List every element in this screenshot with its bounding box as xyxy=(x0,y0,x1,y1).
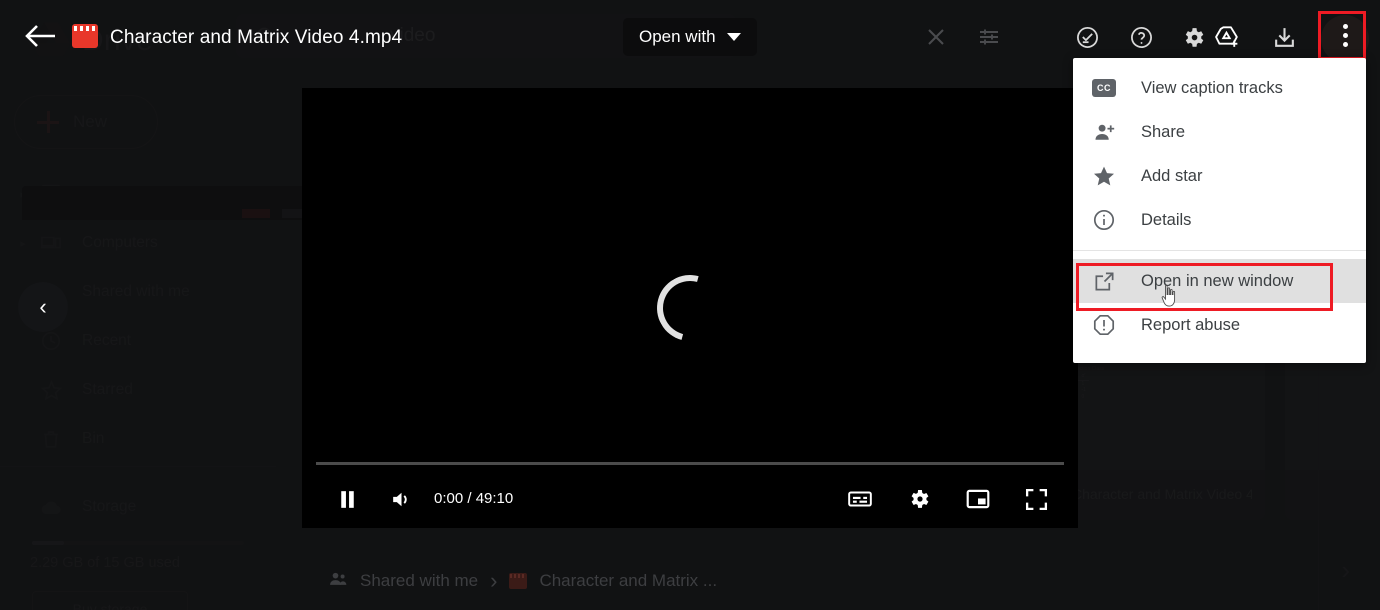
pause-button[interactable] xyxy=(330,482,364,516)
close-icon[interactable] xyxy=(917,18,955,56)
people-icon xyxy=(328,569,348,594)
open-with-button[interactable]: Open with xyxy=(623,18,757,56)
menu-item-view-caption-tracks[interactable]: CC View caption tracks xyxy=(1073,66,1366,110)
help-icon[interactable] xyxy=(1122,18,1160,56)
video-file-icon xyxy=(72,24,98,48)
menu-item-details[interactable]: Details xyxy=(1073,198,1366,242)
open-with-label: Open with xyxy=(639,27,716,46)
download-icon[interactable] xyxy=(1265,18,1303,56)
progress-bar[interactable] xyxy=(316,462,1064,465)
more-options-menu: CC View caption tracks Share Add star De… xyxy=(1073,58,1366,363)
drive-video-preview-screen: Drive video New ▸ xyxy=(0,0,1380,610)
back-button[interactable] xyxy=(24,22,58,50)
captions-button[interactable] xyxy=(843,482,877,516)
menu-item-add-star[interactable]: Add star xyxy=(1073,154,1366,198)
breadcrumb: Shared with me › Character and Matrix ..… xyxy=(328,568,717,594)
breadcrumb-root[interactable]: Shared with me xyxy=(360,571,478,591)
star-icon xyxy=(1091,164,1117,188)
breadcrumb-separator-icon: › xyxy=(490,568,498,593)
mouse-cursor xyxy=(1160,284,1178,307)
player-controls: 0:00 / 49:10 xyxy=(302,470,1078,528)
time-display: 0:00 / 49:10 xyxy=(434,490,514,507)
menu-divider xyxy=(1073,250,1366,251)
info-icon xyxy=(1091,208,1117,232)
menu-item-label: Share xyxy=(1141,122,1186,141)
person-add-icon xyxy=(1091,121,1117,144)
menu-item-label: View caption tracks xyxy=(1141,78,1283,97)
breadcrumb-current[interactable]: Character and Matrix ... xyxy=(539,571,717,591)
chevron-left-icon: ‹ xyxy=(39,294,47,319)
cc-icon: CC xyxy=(1091,79,1117,97)
loading-spinner-icon xyxy=(644,262,736,354)
menu-item-label: Report abuse xyxy=(1141,315,1241,334)
volume-button[interactable] xyxy=(384,482,418,516)
settings-gear-icon[interactable] xyxy=(1174,18,1212,56)
video-file-icon xyxy=(509,573,528,589)
tune-icon[interactable] xyxy=(970,18,1008,56)
menu-item-label: Details xyxy=(1141,210,1192,229)
add-to-drive-icon[interactable] xyxy=(1208,18,1246,56)
fullscreen-button[interactable] xyxy=(1019,482,1053,516)
chevron-down-icon xyxy=(726,33,741,41)
report-icon xyxy=(1091,313,1117,337)
highlight-box-more-options xyxy=(1318,11,1366,60)
collapse-sidebar-button[interactable]: ‹ xyxy=(18,282,68,332)
highlight-box-open-in-new-window xyxy=(1076,263,1333,311)
pip-button[interactable] xyxy=(961,482,995,516)
check-circle-icon[interactable] xyxy=(1068,18,1106,56)
player-settings-button[interactable] xyxy=(902,482,936,516)
page-title: Character and Matrix Video 4.mp4 xyxy=(110,27,403,48)
menu-item-label: Add star xyxy=(1141,166,1203,185)
video-player[interactable]: 0:00 / 49:10 xyxy=(302,88,1078,528)
menu-item-share[interactable]: Share xyxy=(1073,110,1366,154)
